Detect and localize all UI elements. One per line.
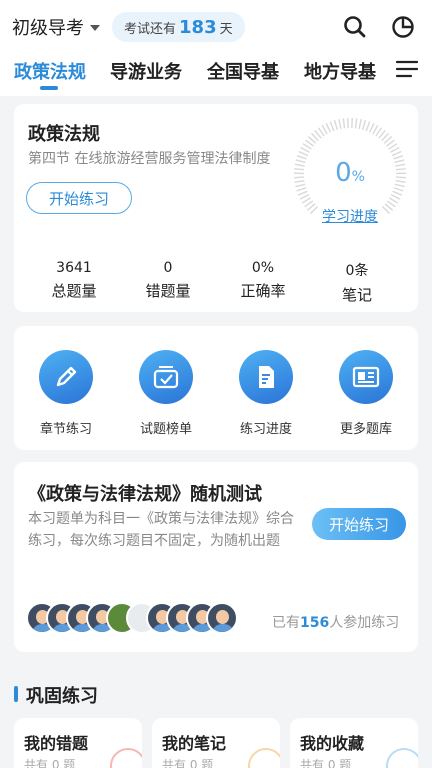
stat-label: 错题量 xyxy=(145,282,191,300)
stat-wrong-questions[interactable]: 0 错题量 xyxy=(123,260,213,301)
stat-total-questions[interactable]: 3641 总题量 xyxy=(29,260,119,301)
random-test-start-button[interactable]: 开始练习 xyxy=(312,508,406,540)
stat-value: 0 xyxy=(163,260,173,276)
mini-card-count: 共有 0 题 xyxy=(300,758,352,768)
feature-practice-progress[interactable]: 练习进度 xyxy=(216,350,316,437)
stat-value: 3641 xyxy=(56,260,92,276)
progress-value: 0% xyxy=(290,158,410,188)
section-accent-bar xyxy=(14,686,18,702)
study-progress-link[interactable]: 学习进度 xyxy=(290,206,410,226)
exam-level-selector[interactable]: 初级导考 xyxy=(12,14,100,40)
subject-title: 政策法规 xyxy=(28,124,100,145)
feature-question-ranking[interactable]: 试题榜单 xyxy=(116,350,216,437)
exam-level-label: 初级导考 xyxy=(12,18,84,39)
notes-icon xyxy=(248,748,280,768)
stat-value: 0条 xyxy=(345,263,369,279)
stat-value: 0% xyxy=(251,260,275,276)
stat-notes[interactable]: 0条 笔记 xyxy=(312,260,402,305)
stat-label: 总题量 xyxy=(51,282,97,300)
my-wrong-questions-card[interactable]: 我的错题 共有 0 题 xyxy=(14,718,142,768)
tab-local-basics[interactable]: 地方导基 xyxy=(304,58,376,84)
feature-label: 更多题库 xyxy=(339,422,392,437)
countdown-days: 183 xyxy=(179,16,217,38)
mini-card-count: 共有 0 题 xyxy=(162,758,214,768)
list-check-icon xyxy=(139,350,193,404)
tab-guide-business[interactable]: 导游业务 xyxy=(110,58,182,84)
favorites-icon xyxy=(386,748,418,768)
exam-countdown-badge: 考试还有 183 天 xyxy=(112,12,245,42)
stat-label: 笔记 xyxy=(341,286,372,304)
participants-suffix: 人参加练习 xyxy=(329,615,400,631)
feature-label: 章节练习 xyxy=(39,422,92,437)
feature-label: 练习进度 xyxy=(239,422,292,437)
progress-number: 0 xyxy=(335,158,352,188)
category-tabs: 政策法规 导游业务 全国导基 地方导基 xyxy=(0,54,432,94)
mini-card-title: 我的错题 xyxy=(24,734,89,753)
feature-more-banks[interactable]: 更多题库 xyxy=(316,350,416,437)
wrong-questions-icon xyxy=(110,748,142,768)
feature-label: 试题榜单 xyxy=(139,422,192,437)
tab-policy[interactable]: 政策法规 xyxy=(14,58,86,84)
countdown-suffix: 天 xyxy=(219,21,233,37)
progress-card: 政策法规 第四节 在线旅游经营服务管理法律制度 开始练习 0% 学习进度 364… xyxy=(14,104,418,312)
caret-down-icon xyxy=(90,25,100,31)
avatar xyxy=(206,602,238,634)
my-favorites-card[interactable]: 我的收藏 共有 0 题 xyxy=(290,718,418,768)
mini-card-count: 共有 0 题 xyxy=(24,758,76,768)
random-test-description: 本习题单为科目一《政策与法律法规》综合练习，每次练习题目不固定，为随机出题 xyxy=(28,511,294,549)
menu-icon[interactable] xyxy=(396,60,418,78)
mini-card-title: 我的收藏 xyxy=(300,734,365,753)
participants-count: 已有156人参加练习 xyxy=(272,612,399,632)
progress-unit: % xyxy=(351,169,365,185)
top-bar: 初级导考 考试还有 183 天 政策法规 导游业务 全国导基 地方导基 xyxy=(0,0,432,96)
document-edit-icon xyxy=(239,350,293,404)
random-test-title: 《政策与法律法规》随机测试 xyxy=(28,484,262,505)
random-test-card: 《政策与法律法规》随机测试 本习题单为科目一《政策与法律法规》综合练习，每次练习… xyxy=(14,462,418,652)
participants-prefix: 已有 xyxy=(272,615,300,631)
participants-number: 156 xyxy=(300,615,330,631)
stat-accuracy[interactable]: 0% 正确率 xyxy=(218,260,308,301)
start-practice-button[interactable]: 开始练习 xyxy=(26,182,132,214)
stat-label: 正确率 xyxy=(240,282,286,300)
feature-chapter-practice[interactable]: 章节练习 xyxy=(16,350,116,437)
active-tab-indicator xyxy=(40,86,58,90)
pie-chart-icon[interactable] xyxy=(390,14,416,40)
mini-card-title: 我的笔记 xyxy=(162,734,227,753)
feature-grid: 章节练习 试题榜单 练习进度 更多题库 xyxy=(14,326,418,450)
search-icon[interactable] xyxy=(342,14,368,40)
section-title: 巩固练习 xyxy=(26,686,98,707)
countdown-prefix: 考试还有 xyxy=(124,21,177,37)
newspaper-icon xyxy=(339,350,393,404)
my-notes-card[interactable]: 我的笔记 共有 0 题 xyxy=(152,718,280,768)
pencil-icon xyxy=(39,350,93,404)
tab-national-basics[interactable]: 全国导基 xyxy=(207,58,279,84)
current-chapter: 第四节 在线旅游经营服务管理法律制度 xyxy=(28,151,271,167)
